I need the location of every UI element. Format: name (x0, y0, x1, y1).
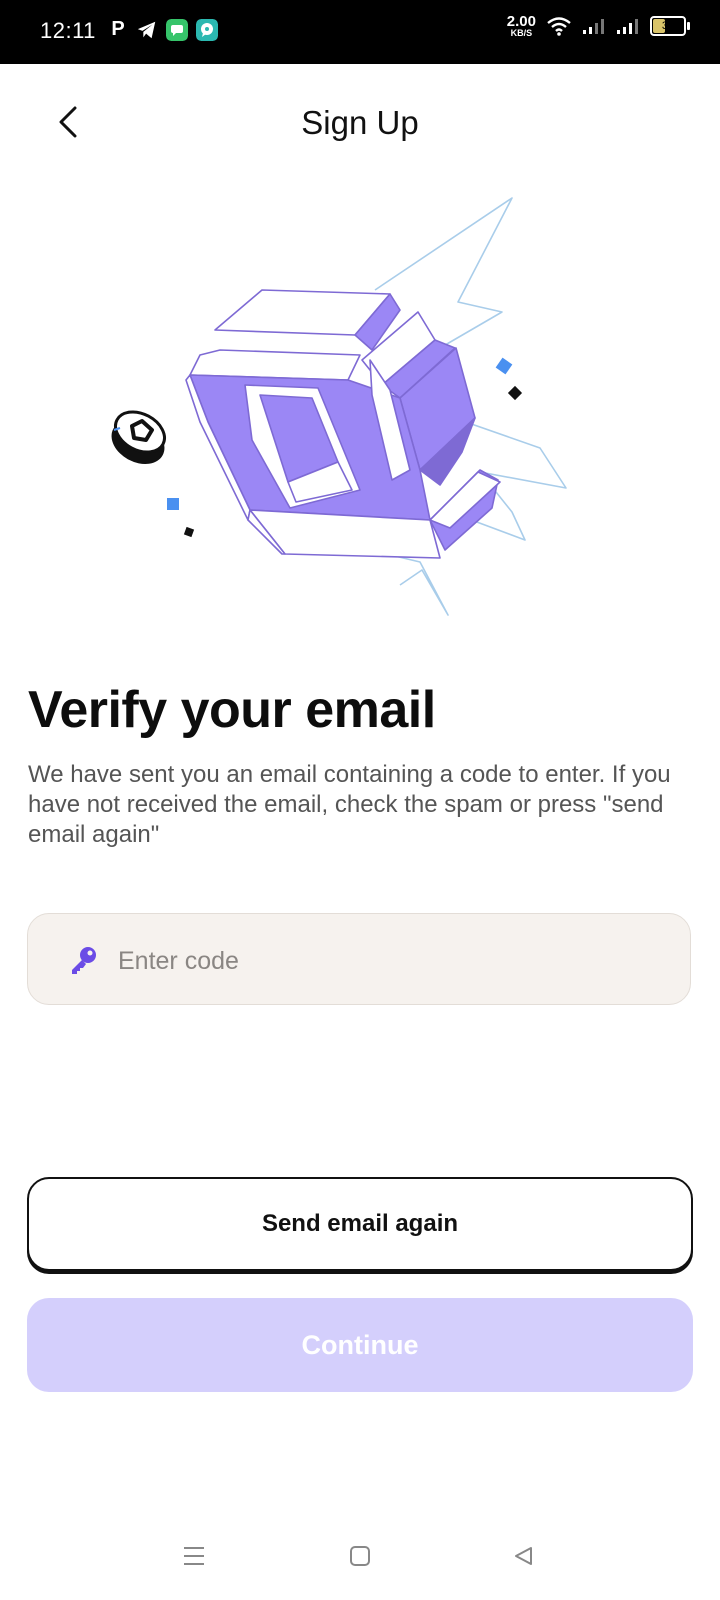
back-icon (515, 1547, 532, 1565)
floating-square (167, 498, 179, 510)
floating-square (495, 357, 513, 375)
floating-square (507, 385, 523, 401)
verify-heading: Verify your email (28, 681, 436, 739)
code-field[interactable] (27, 913, 691, 1008)
page-title: Sign Up (301, 104, 419, 141)
navigation-bar (0, 1530, 720, 1600)
messages-icon (166, 18, 188, 41)
verify-description: We have sent you an email containing a c… (28, 761, 671, 848)
parking-app-icon: P (111, 18, 125, 40)
home-icon (350, 1546, 370, 1566)
home-button[interactable] (340, 1536, 380, 1576)
continue-button[interactable]: Continue (27, 1298, 693, 1392)
header: Sign Up (0, 64, 720, 184)
logo-block (185, 289, 501, 559)
notification-icons: P (108, 18, 218, 41)
floating-square (183, 526, 195, 538)
telegram-icon (137, 21, 156, 38)
signal-icon (583, 19, 604, 34)
send-email-again-button[interactable]: Send email again (27, 1177, 693, 1271)
3d-logo-illustration (111, 197, 567, 616)
coin-icon (111, 410, 166, 465)
battery-level: 39 (661, 20, 675, 32)
menu-icon (184, 1547, 204, 1565)
chat-app-icon (196, 18, 218, 41)
key-icon (72, 947, 96, 974)
code-input[interactable] (116, 914, 660, 1008)
net-speed-value: 2.00 (506, 13, 536, 30)
network-speed: 2.00 KB/S (507, 14, 536, 38)
menu-button[interactable] (174, 1536, 214, 1576)
system-status: 2.00 KB/S 39 (507, 14, 690, 38)
wifi-icon (547, 17, 571, 36)
status-time: 12:11 (40, 18, 96, 43)
net-speed-unit: KB/S (510, 28, 533, 38)
status-bar: 12:11 P 2.00 KB/S 39 (0, 0, 720, 64)
signal-icon (617, 19, 638, 34)
back-nav-button[interactable] (504, 1536, 544, 1576)
battery-icon: 39 (650, 16, 690, 36)
